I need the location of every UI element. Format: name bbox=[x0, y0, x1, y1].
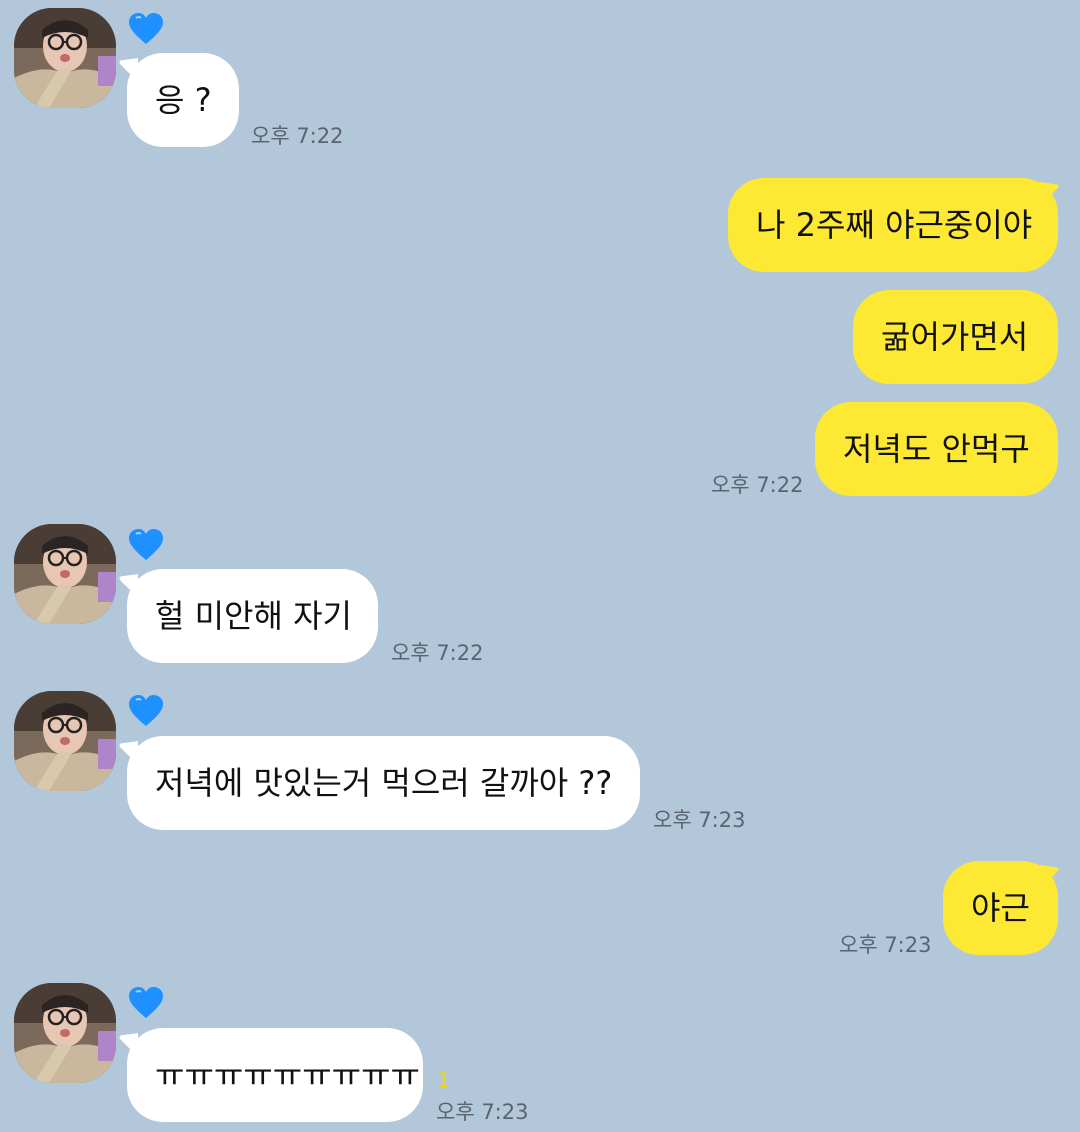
message-bubble[interactable]: ㅠㅠㅠㅠㅠㅠㅠㅠㅠ bbox=[127, 1028, 423, 1122]
message-timestamp: 오후 7:22 bbox=[251, 124, 344, 148]
profile-photo bbox=[14, 983, 116, 1083]
message-text: 야근 bbox=[971, 889, 1030, 927]
blue-heart-icon bbox=[128, 12, 164, 46]
message-text: 응 ? bbox=[155, 81, 212, 119]
message-bubble[interactable]: 나 2주째 야근중이야 bbox=[728, 178, 1058, 272]
profile-photo bbox=[14, 691, 116, 791]
message-timestamp: 오후 7:23 bbox=[436, 1100, 529, 1124]
message-timestamp: 오후 7:22 bbox=[711, 473, 804, 497]
profile-photo bbox=[14, 524, 116, 624]
message-text: 저녁에 맛있는거 먹으러 갈까아 ?? bbox=[155, 764, 613, 802]
sender-avatar[interactable] bbox=[14, 691, 116, 791]
blue-heart-icon bbox=[128, 986, 164, 1020]
message-bubble[interactable]: 응 ? bbox=[127, 53, 239, 147]
message-text: ㅠㅠㅠㅠㅠㅠㅠㅠㅠ bbox=[155, 1056, 420, 1094]
message-timestamp: 오후 7:23 bbox=[653, 808, 746, 832]
message-timestamp: 오후 7:23 bbox=[839, 933, 932, 957]
message-bubble[interactable]: 헐 미안해 자기 bbox=[127, 569, 378, 663]
sender-avatar[interactable] bbox=[14, 8, 116, 108]
message-text: 헐 미안해 자기 bbox=[155, 597, 352, 635]
unread-count: 1 bbox=[437, 1068, 450, 1092]
message-bubble[interactable]: 야근 bbox=[943, 861, 1058, 955]
sender-avatar[interactable] bbox=[14, 983, 116, 1083]
blue-heart-icon bbox=[128, 528, 164, 562]
message-bubble[interactable]: 저녁도 안먹구 bbox=[815, 402, 1058, 496]
message-text: 굶어가면서 bbox=[881, 318, 1029, 356]
message-timestamp: 오후 7:22 bbox=[391, 641, 484, 665]
sender-avatar[interactable] bbox=[14, 524, 116, 624]
message-text: 나 2주째 야근중이야 bbox=[756, 206, 1033, 244]
message-bubble[interactable]: 굶어가면서 bbox=[853, 290, 1058, 384]
message-text: 저녁도 안먹구 bbox=[843, 430, 1030, 468]
profile-photo bbox=[14, 8, 116, 108]
message-bubble[interactable]: 저녁에 맛있는거 먹으러 갈까아 ?? bbox=[127, 736, 640, 830]
blue-heart-icon bbox=[128, 694, 164, 728]
